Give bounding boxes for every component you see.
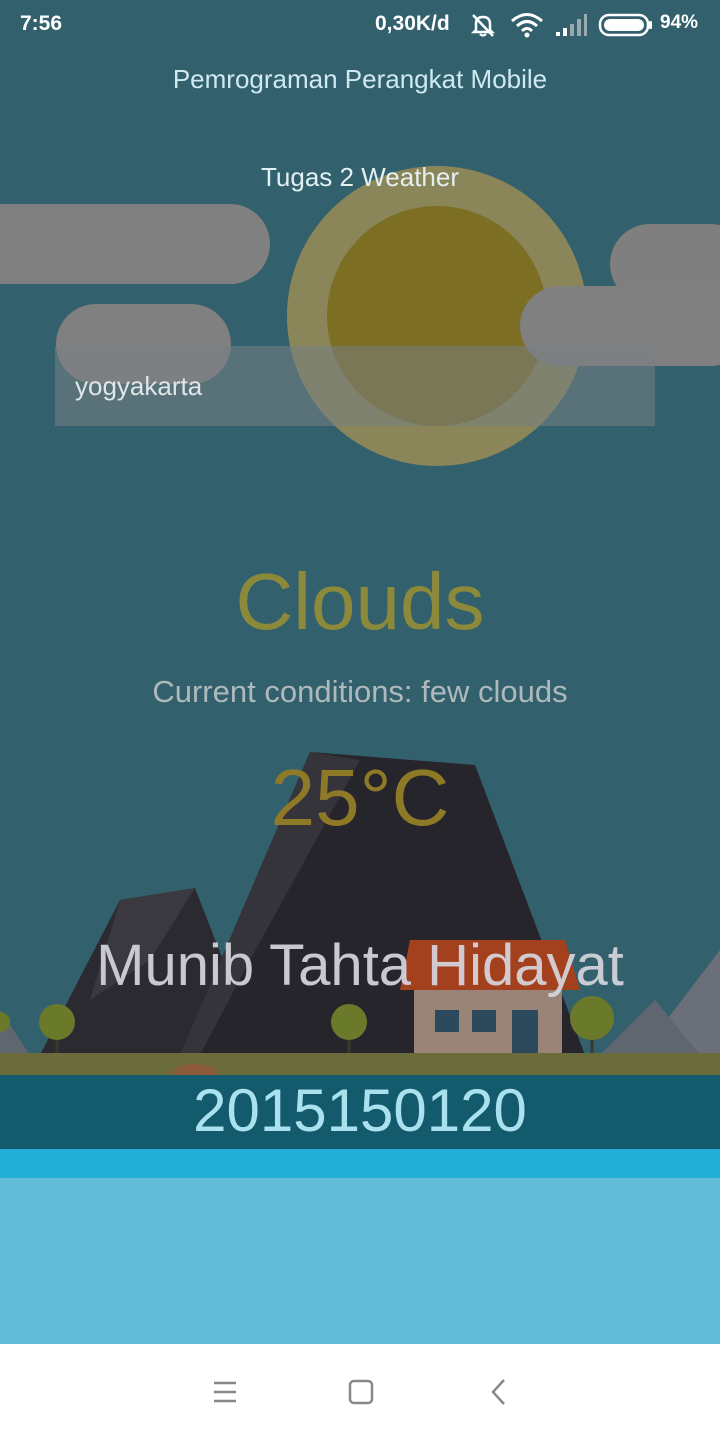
temperature-value: 25°C xyxy=(270,753,450,842)
water-light xyxy=(0,1178,720,1344)
weather-description: Current conditions: few clouds xyxy=(152,674,568,709)
cloud-left xyxy=(0,204,270,284)
house-window-2 xyxy=(472,1010,496,1032)
tree-2 xyxy=(331,1004,367,1040)
student-name: Munib Tahta Hidayat xyxy=(96,933,624,998)
battery-percent: 94% xyxy=(660,12,699,33)
network-speed: 0,30K/d xyxy=(375,12,450,35)
navigation-bar xyxy=(0,1344,720,1440)
signal-icon xyxy=(556,14,587,36)
weather-main-condition: Clouds xyxy=(235,557,485,646)
tree-3 xyxy=(570,996,614,1040)
battery-icon xyxy=(598,13,652,37)
student-id: 2015150120 xyxy=(193,1077,527,1144)
water-bright xyxy=(0,1149,720,1178)
city-search-input[interactable] xyxy=(55,346,655,426)
app-subtitle: Tugas 2 Weather xyxy=(261,162,459,192)
mute-icon xyxy=(470,14,496,37)
back-icon[interactable] xyxy=(477,1370,521,1414)
house-window-1 xyxy=(435,1010,459,1032)
home-icon[interactable] xyxy=(339,1370,383,1414)
ground xyxy=(0,1053,720,1077)
app-title: Pemrograman Perangkat Mobile xyxy=(172,64,548,94)
status-bar: 7:56 0,30K/d 94% xyxy=(0,0,720,50)
house-door xyxy=(512,1010,538,1055)
wifi-icon xyxy=(511,13,543,38)
menu-icon[interactable] xyxy=(203,1370,247,1414)
tree-1 xyxy=(39,1004,75,1040)
status-time: 7:56 xyxy=(20,12,63,35)
weather-screen: 7:56 0,30K/d 94% Pemrograman Perangkat M… xyxy=(0,0,720,1440)
